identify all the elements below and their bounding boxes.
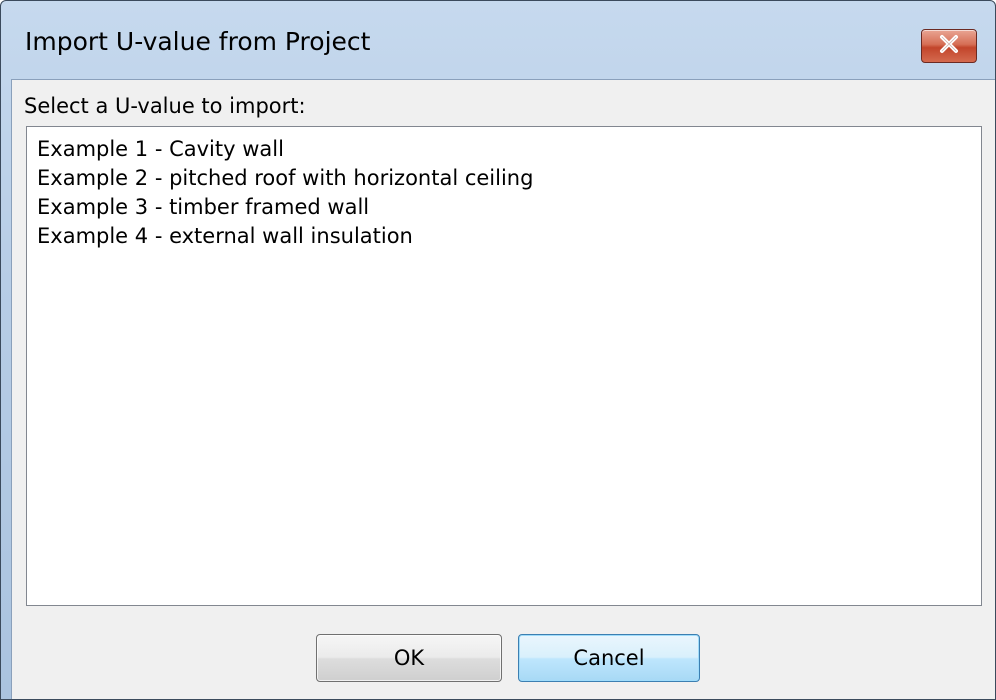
prompt-label: Select a U-value to import: — [24, 94, 306, 118]
u-value-listbox[interactable]: Example 1 - Cavity wall Example 2 - pitc… — [26, 126, 982, 606]
list-item[interactable]: Example 2 - pitched roof with horizontal… — [37, 164, 533, 192]
ok-button[interactable]: OK — [316, 634, 502, 682]
dialog-window: Import U-value from Project Select a U-v… — [0, 0, 996, 700]
close-icon — [938, 34, 960, 58]
cancel-button[interactable]: Cancel — [518, 634, 700, 682]
window-title: Import U-value from Project — [25, 27, 371, 56]
list-item[interactable]: Example 3 - timber framed wall — [37, 193, 369, 221]
dialog-client-area: Select a U-value to import: Example 1 - … — [11, 79, 995, 699]
title-bar[interactable]: Import U-value from Project — [1, 1, 995, 75]
list-item[interactable]: Example 1 - Cavity wall — [37, 135, 284, 163]
close-button[interactable] — [921, 29, 977, 63]
list-item[interactable]: Example 4 - external wall insulation — [37, 222, 413, 250]
